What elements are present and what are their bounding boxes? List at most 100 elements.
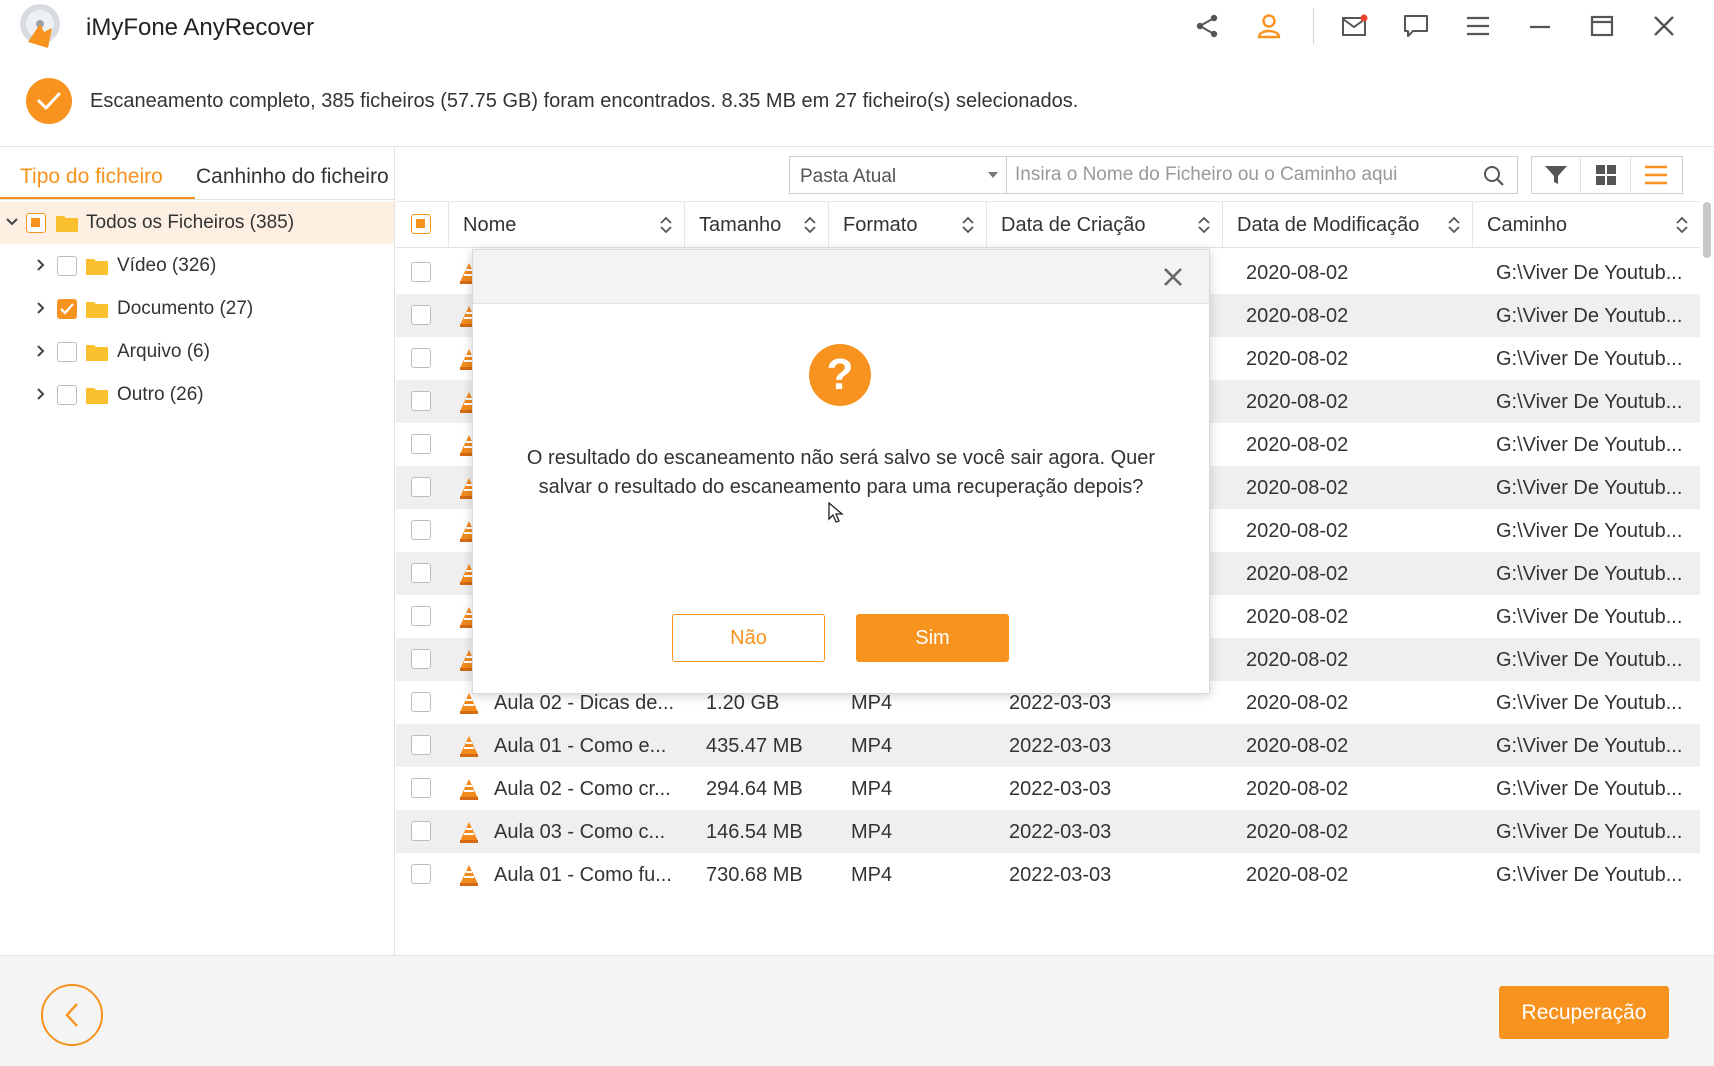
row-checkbox[interactable] (411, 821, 431, 841)
column-header-path[interactable]: Caminho (1472, 202, 1700, 248)
column-label: Data de Modificação (1237, 214, 1420, 236)
row-checkbox[interactable] (411, 348, 431, 368)
back-button[interactable] (41, 984, 103, 1046)
column-header-size[interactable]: Tamanho (684, 202, 828, 248)
sort-icon (660, 216, 672, 234)
cell-created: 2022-03-03 (1009, 778, 1112, 800)
search-box (1006, 156, 1518, 194)
minimize-icon[interactable] (1524, 10, 1556, 42)
cell-path: G:\Viver De Youtub... (1496, 348, 1683, 370)
checkbox-all-files[interactable] (26, 213, 46, 233)
select-all-checkbox[interactable] (411, 214, 431, 234)
list-view-button[interactable] (1631, 157, 1682, 193)
checkbox-video[interactable] (57, 256, 77, 276)
search-icon[interactable] (1483, 165, 1505, 187)
column-label: Tamanho (699, 214, 782, 236)
menu-icon[interactable] (1462, 10, 1494, 42)
row-checkbox[interactable] (411, 391, 431, 411)
chevron-down-icon[interactable] (4, 214, 20, 230)
cell-modified: 2020-08-02 (1246, 735, 1349, 757)
user-icon[interactable] (1253, 10, 1285, 42)
tree-item-all-files[interactable]: Todos os Ficheiros (385) (0, 202, 394, 244)
checkbox-other[interactable] (57, 385, 77, 405)
cell-modified: 2020-08-02 (1246, 864, 1349, 886)
cell-modified: 2020-08-02 (1246, 778, 1349, 800)
chevron-right-icon[interactable] (33, 300, 49, 316)
checkbox-archive[interactable] (57, 342, 77, 362)
scan-status-text: Escaneamento completo, 385 ficheiros (57… (90, 90, 1079, 112)
app-title: iMyFone AnyRecover (86, 14, 315, 41)
checkbox-document[interactable] (57, 299, 77, 319)
row-checkbox[interactable] (411, 649, 431, 669)
row-checkbox[interactable] (411, 864, 431, 884)
column-header-name[interactable]: Nome (448, 202, 684, 248)
table-scrollbar[interactable] (1703, 202, 1711, 258)
column-header-format[interactable]: Formato (828, 202, 986, 248)
chevron-right-icon[interactable] (33, 386, 49, 402)
cell-path: G:\Viver De Youtub... (1496, 391, 1683, 413)
filter-button[interactable] (1532, 157, 1582, 193)
row-checkbox[interactable] (411, 434, 431, 454)
row-checkbox[interactable] (411, 606, 431, 626)
cell-modified: 2020-08-02 (1246, 606, 1349, 628)
row-checkbox[interactable] (411, 778, 431, 798)
cell-modified: 2020-08-02 (1246, 391, 1349, 413)
mouse-cursor-icon (828, 502, 844, 523)
column-header-created[interactable]: Data de Criação (986, 202, 1222, 248)
chevron-right-icon[interactable] (33, 257, 49, 273)
grid-view-button[interactable] (1581, 157, 1631, 193)
feedback-icon[interactable] (1400, 10, 1432, 42)
vlc-file-icon (460, 865, 478, 886)
tree-label: Vídeo (326) (117, 255, 217, 276)
cell-modified: 2020-08-02 (1246, 305, 1349, 327)
cell-modified: 2020-08-02 (1246, 692, 1349, 714)
table-row[interactable]: Aula 02 - Como cr... 294.64 MB MP4 2022-… (396, 767, 1700, 810)
dialog-header (473, 250, 1209, 304)
cell-path: G:\Viver De Youtub... (1496, 434, 1683, 456)
tree-label: Todos os Ficheiros (385) (86, 212, 295, 233)
cell-size: 146.54 MB (706, 821, 803, 843)
cell-path: G:\Viver De Youtub... (1496, 735, 1683, 757)
recover-button[interactable]: Recuperação (1499, 986, 1669, 1039)
dialog-close-icon[interactable] (1159, 263, 1187, 291)
search-input[interactable] (1015, 161, 1475, 189)
cell-format: MP4 (851, 864, 893, 886)
row-checkbox[interactable] (411, 520, 431, 540)
row-checkbox[interactable] (411, 692, 431, 712)
no-button[interactable]: Não (672, 614, 825, 662)
header-select-all-cell (396, 202, 448, 248)
yes-button[interactable]: Sim (856, 614, 1009, 662)
location-select[interactable]: Pasta Atual (789, 156, 1007, 194)
tree-label: Outro (26) (117, 384, 204, 405)
share-icon[interactable] (1191, 10, 1223, 42)
cell-name: Aula 02 - Como cr... (494, 778, 671, 800)
bottom-bar: Recuperação (0, 955, 1714, 1066)
check-circle-icon (26, 78, 72, 124)
mail-icon[interactable] (1339, 10, 1371, 42)
sort-icon (1676, 216, 1688, 234)
table-row[interactable]: Aula 01 - Como e... 435.47 MB MP4 2022-0… (396, 724, 1700, 767)
view-toggle-group (1531, 156, 1683, 194)
tree-item-video[interactable]: Vídeo (326) (0, 245, 394, 287)
cell-modified: 2020-08-02 (1246, 821, 1349, 843)
table-row[interactable]: Aula 01 - Como fu... 730.68 MB MP4 2022-… (396, 853, 1700, 896)
cell-created: 2022-03-03 (1009, 864, 1112, 886)
row-checkbox[interactable] (411, 735, 431, 755)
tab-file-path[interactable]: Canhinho do ficheiro (196, 165, 389, 189)
tree-item-other[interactable]: Outro (26) (0, 374, 394, 416)
maximize-icon[interactable] (1586, 10, 1618, 42)
chevron-right-icon[interactable] (33, 343, 49, 359)
row-checkbox[interactable] (411, 262, 431, 282)
row-checkbox[interactable] (411, 305, 431, 325)
cell-name: Aula 03 - Como c... (494, 821, 666, 843)
tree-item-archive[interactable]: Arquivo (6) (0, 331, 394, 373)
close-icon[interactable] (1648, 10, 1680, 42)
table-row[interactable]: Aula 03 - Como c... 146.54 MB MP4 2022-0… (396, 810, 1700, 853)
cell-path: G:\Viver De Youtub... (1496, 305, 1683, 327)
cell-name: Aula 01 - Como e... (494, 735, 667, 757)
tree-item-document[interactable]: Documento (27) (0, 288, 394, 330)
tab-file-type[interactable]: Tipo do ficheiro (20, 165, 163, 189)
row-checkbox[interactable] (411, 563, 431, 583)
row-checkbox[interactable] (411, 477, 431, 497)
column-header-modified[interactable]: Data de Modificação (1222, 202, 1472, 248)
